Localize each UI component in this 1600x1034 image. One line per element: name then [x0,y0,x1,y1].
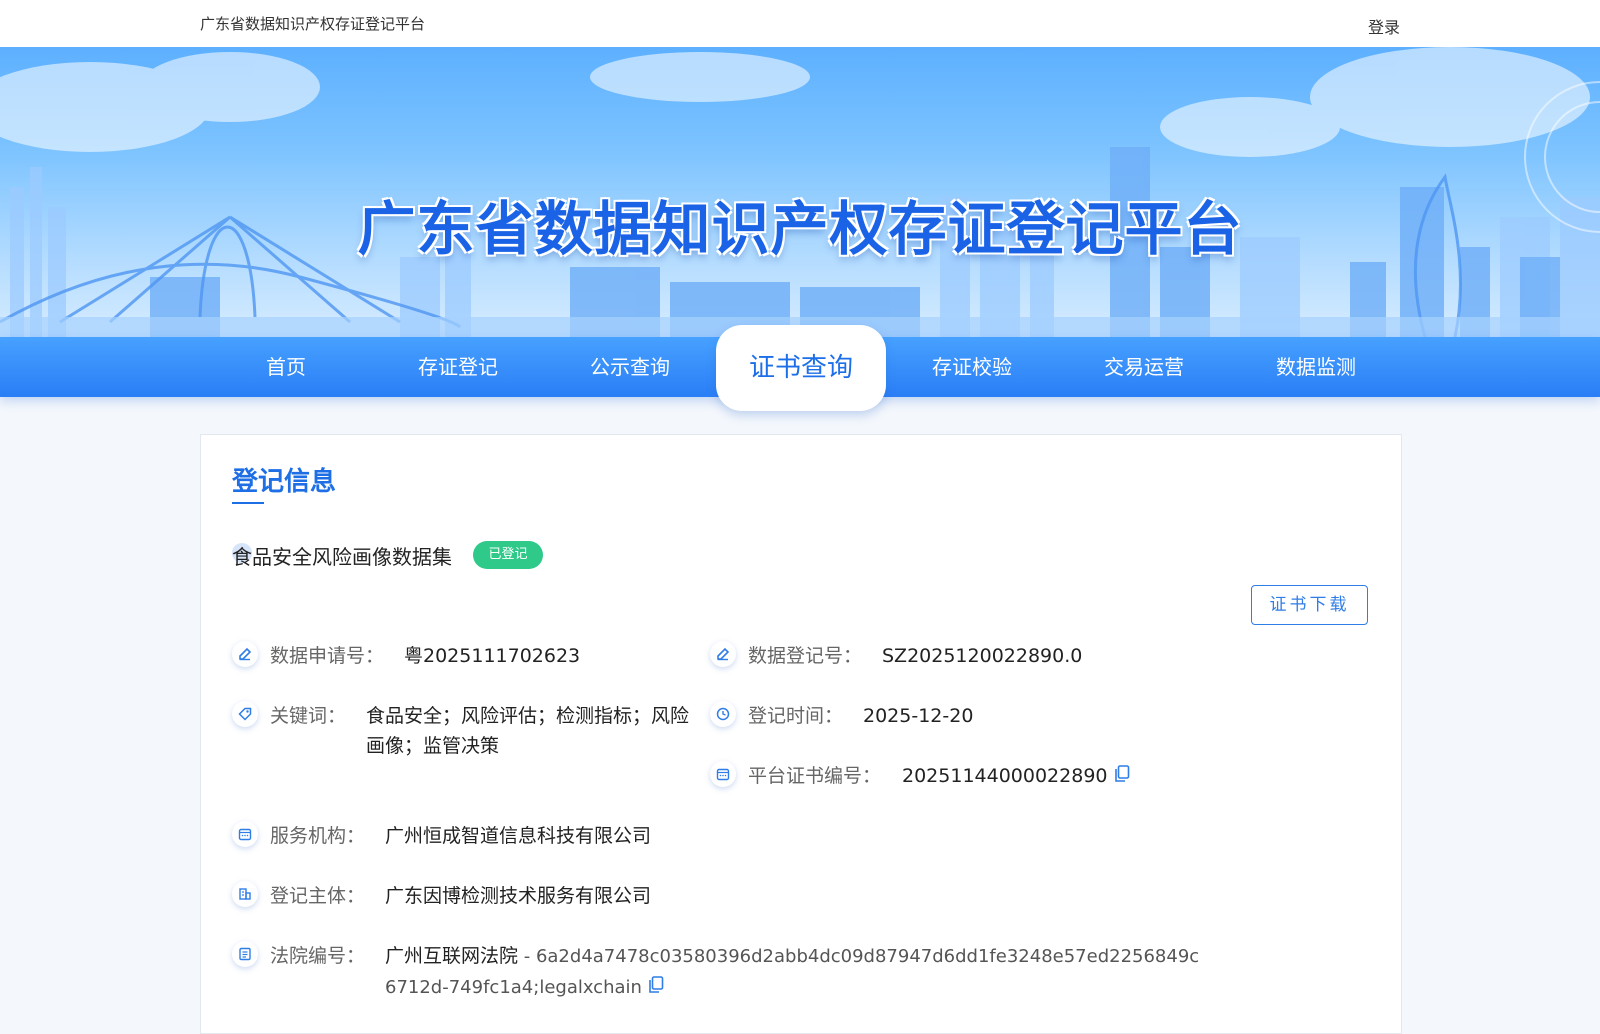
nav-item-verify[interactable]: 存证校验 [887,337,1057,397]
field-court-no: 法院编号： 广州互联网法院 - 6a2d4a7478c03580396d2abb… [232,941,1232,1003]
nav-item-trade[interactable]: 交易运营 [1059,337,1229,397]
field-registration-no: 数据登记号： SZ2025120022890.0 [710,641,1310,671]
calendar-icon [232,821,258,847]
field-value: 20251144000022890 [902,765,1108,787]
field-label: 登记主体： [270,885,366,907]
document-icon [232,941,258,967]
hero-banner: 广东省数据知识产权存证登记平台 [0,47,1600,337]
calendar-icon [710,761,736,787]
login-link[interactable]: 登录 [1368,14,1400,38]
field-value-wrap: 20251144000022890 [902,761,1130,792]
nav-item-certificate-query-wrap: 证书查询 [716,325,886,411]
field-value: 广东因博检测技术服务有限公司 [385,885,652,907]
court-name: 广州互联网法院 [385,945,519,967]
nav-item-certificate-query[interactable]: 证书查询 [716,325,886,411]
field-label: 登记时间： [748,705,844,727]
field-label: 数据申请号： [270,645,385,667]
copy-icon[interactable] [648,973,664,1003]
certificate-download-button[interactable]: 证书下载 [1251,585,1368,625]
field-certificate-no: 平台证书编号： 20251144000022890 [710,761,1330,791]
field-service-org: 服务机构： 广州恒成智道信息科技有限公司 [232,821,932,851]
field-registration-time: 登记时间： 2025-12-20 [710,701,1310,731]
field-value-wrap: 广州互联网法院 - 6a2d4a7478c03580396d2abb4dc09d… [385,941,1205,1003]
field-value: 广州恒成智道信息科技有限公司 [385,825,652,847]
section-underline [232,502,264,504]
building-icon [232,881,258,907]
section-title: 登记信息 [232,467,337,497]
banner-title: 广东省数据知识产权存证登记平台 [357,195,1243,263]
nav-item-home[interactable]: 首页 [201,337,371,397]
field-value: 粤2025111702623 [404,645,581,667]
site-name: 广东省数据知识产权存证登记平台 [200,15,426,33]
field-registrant: 登记主体： 广东因博检测技术服务有限公司 [232,881,932,911]
nav-item-register[interactable]: 存证登记 [373,337,543,397]
field-value: 2025-12-20 [863,705,974,727]
field-label: 关键词： [270,705,347,727]
field-application-no: 数据申请号： 粤2025111702623 [232,641,692,671]
field-label: 法院编号： [270,945,366,967]
nav-item-public-query[interactable]: 公示查询 [545,337,715,397]
tag-icon [232,701,258,727]
edit-icon [232,641,258,667]
field-value: 食品安全；风险评估；检测指标；风险画像；监管决策 [366,705,690,757]
edit-icon [710,641,736,667]
field-label: 数据登记号： [748,645,863,667]
status-badge: 已登记 [473,541,543,569]
field-label: 平台证书编号： [748,765,882,787]
field-keywords: 关键词： 食品安全；风险评估；检测指标；风险画像；监管决策 [232,701,712,763]
copy-icon[interactable] [1114,762,1130,792]
clock-icon [710,701,736,727]
top-bar: 广东省数据知识产权存证登记平台 登录 [0,0,1600,47]
registration-info-card: 登记信息 食品安全风险画像数据集 已登记 证书下载 数据申请号： 粤202511… [200,434,1402,1034]
field-label: 服务机构： [270,825,366,847]
nav-item-monitor[interactable]: 数据监测 [1231,337,1401,397]
dataset-name: 食品安全风险画像数据集 [232,545,452,569]
field-value: SZ2025120022890.0 [882,645,1083,667]
